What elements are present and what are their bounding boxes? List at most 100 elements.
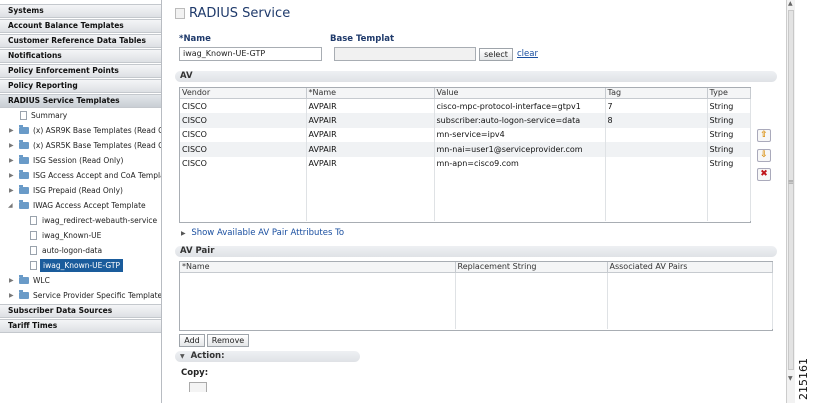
cell-tag [605,156,708,171]
table-row[interactable]: CISCO AVPAIR subscriber:auto-logon-service… [180,113,751,128]
table-row-empty [180,171,751,221]
nav-section-account-balance-templates[interactable]: Account Balance Templates [0,19,161,33]
nav-section-policy-reporting[interactable]: Policy Reporting [0,79,161,93]
cell-type: String [707,142,751,157]
tree-item-isg-prepaid[interactable]: ▶ ISG Prepaid (Read Only) [0,183,161,198]
table-row[interactable]: CISCO AVPAIR mn-service=ipv4 String [180,127,751,142]
col-tag[interactable]: Tag [605,88,708,99]
col-name[interactable]: *Name [306,88,435,99]
col-replacement-string[interactable]: Replacement String [455,262,608,273]
cell-value: mn-nai=user1@serviceprovider.com [434,142,606,157]
folder-icon [19,290,29,299]
base-template-input[interactable] [334,47,476,61]
delete-button[interactable]: ✖ [757,168,771,181]
col-value[interactable]: Value [434,88,606,99]
expand-arrow-icon[interactable]: ▶ [9,273,14,288]
expand-arrow-icon: ▶ [181,230,186,237]
folder-icon [19,125,29,134]
tree-item-summary[interactable]: Summary [0,108,161,123]
name-input[interactable]: iwag_Known-UE-GTP [179,47,322,61]
folder-icon [19,140,29,149]
nav-section-radius-service-templates[interactable]: RADIUS Service Templates [0,94,161,108]
collapse-arrow-icon[interactable]: ◢ [8,198,13,213]
scroll-grip-icon: ≡ [788,178,794,186]
cell-value: subscriber:auto-logon-service=data [434,113,606,128]
scrollbar-thumb[interactable] [788,10,794,370]
expand-arrow-icon[interactable]: ▶ [9,168,14,183]
tree-item-iwag-known-ue-gtp[interactable]: iwag_Known-UE-GTP [0,258,161,273]
expand-arrow-icon[interactable]: ▶ [9,183,14,198]
folder-icon [19,275,29,284]
cell-tag: 8 [605,113,708,128]
show-av-attributes-link[interactable]: Show Available AV Pair Attributes To [191,228,344,238]
col-type[interactable]: Type [707,88,751,99]
expand-arrow-icon[interactable]: ▶ [9,138,14,153]
tree-item-auto-logon-data[interactable]: auto-logon-data [0,243,161,258]
expand-arrow-icon[interactable]: ▶ [9,123,14,138]
folder-icon [19,155,29,164]
tree-item-iwag-redirect-webauth[interactable]: iwag_redirect-webauth-service [0,213,161,228]
add-button[interactable]: Add [179,334,205,347]
tree-item-iwag-known-ue[interactable]: iwag_Known-UE [0,228,161,243]
tree-item-asr5k[interactable]: ▶(x) ASR5K Base Templates (Read Only) [0,138,161,153]
action-section-header[interactable]: ▼ Action: [175,351,360,362]
select-button[interactable]: select [479,48,513,61]
scroll-up-icon[interactable]: ▲ [788,0,793,7]
cell-name: AVPAIR [306,127,435,142]
copy-label: Copy: [181,368,209,378]
cell-type: String [707,98,751,113]
cell-vendor: CISCO [180,113,307,128]
document-icon [30,261,37,270]
folder-icon [19,170,29,179]
cell-vendor: CISCO [180,142,307,157]
cell-vendor: CISCO [180,127,307,142]
cell-value: mn-apn=cisco9.com [434,156,606,171]
nav-section-policy-enforcement-points[interactable]: Policy Enforcement Points [0,64,161,78]
table-row[interactable]: CISCO AVPAIR cisco-mpc-protocol-interface=… [180,98,751,113]
tree-item-service-provider[interactable]: ▶ Service Provider Specific Templates [0,288,161,303]
col-avpair-name[interactable]: *Name [180,262,456,273]
av-section-header: AV [175,71,777,82]
nav-section-customer-reference-data-tables[interactable]: Customer Reference Data Tables [0,34,161,48]
cell-name: AVPAIR [306,156,435,171]
document-icon [30,246,37,255]
table-row[interactable]: CISCO AVPAIR mn-apn=cisco9.com String [180,156,751,171]
nav-section-subscriber-data-sources[interactable]: Subscriber Data Sources [0,304,161,318]
avpair-section-header: AV Pair [175,246,777,257]
cell-tag [605,142,708,157]
clear-link[interactable]: clear [517,49,538,59]
cell-type: String [707,113,751,128]
move-up-button[interactable]: ⇧ [757,129,771,142]
col-vendor[interactable]: Vendor [180,88,307,99]
nav-section-notifications[interactable]: Notifications [0,49,161,63]
expand-arrow-icon[interactable]: ▶ [9,153,14,168]
scroll-down-icon[interactable]: ▼ [788,375,793,382]
cell-tag: 7 [605,98,708,113]
cell-name: AVPAIR [306,113,435,128]
tree-item-isg-access-accept[interactable]: ▶ISG Access Accept and CoA Templates [0,168,161,183]
cell-type: String [707,156,751,171]
cell-name: AVPAIR [306,142,435,157]
move-down-button[interactable]: ⇩ [757,149,771,162]
vertical-scrollbar[interactable]: ▲ ≡ ▼ [786,0,795,403]
table-row[interactable]: CISCO AVPAIR mn-nai=user1@serviceprovider.… [180,142,751,157]
remove-button[interactable]: Remove [207,334,249,347]
panel-icon [175,8,185,19]
copy-checkbox[interactable] [189,382,207,392]
action-label: Action: [190,351,225,361]
tree-item-wlc[interactable]: ▶ WLC [0,273,161,288]
cell-vendor: CISCO [180,98,307,113]
expand-arrow-icon[interactable]: ▶ [9,288,14,303]
cell-tag [605,127,708,142]
cell-value: mn-service=ipv4 [434,127,606,142]
nav-section-systems[interactable]: Systems [0,4,161,18]
tree-item-asr9k[interactable]: ▶(x) ASR9K Base Templates (Read Only) [0,123,161,138]
tree-item-isg-session[interactable]: ▶ ISG Session (Read Only) [0,153,161,168]
avpair-table: *Name Replacement String Associated AV P… [179,261,773,331]
tree-item-iwag-access-accept[interactable]: ◢ IWAG Access Accept Template [0,198,161,213]
cell-value: cisco-mpc-protocol-interface=gtpv1 [434,98,606,113]
nav-section-tariff-times[interactable]: Tariff Times [0,319,161,333]
collapse-arrow-icon: ▼ [180,353,185,360]
show-av-attributes-toggle[interactable]: ▶ Show Available AV Pair Attributes To [181,228,344,238]
col-associated-av-pairs[interactable]: Associated AV Pairs [607,262,773,273]
